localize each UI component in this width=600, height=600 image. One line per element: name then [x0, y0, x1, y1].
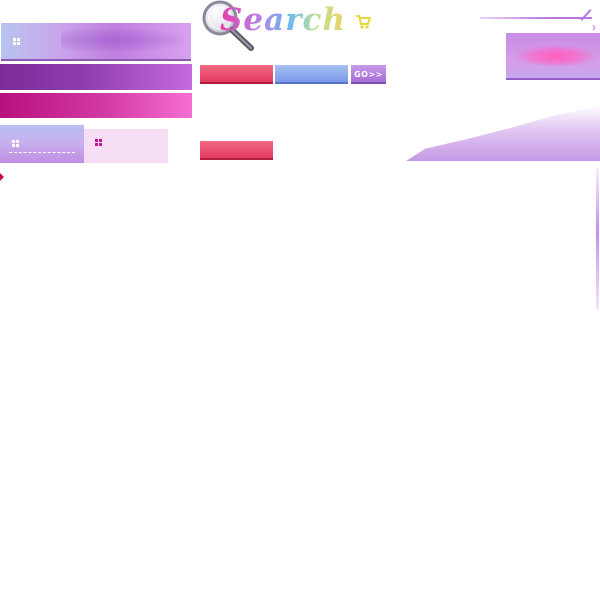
sidebar-header-panel [1, 23, 191, 61]
tab-left[interactable] [0, 125, 84, 163]
brush-decoration [61, 27, 186, 53]
grid-icon [12, 140, 19, 147]
blue-button[interactable] [275, 65, 348, 84]
logo-text: Search [220, 2, 346, 38]
page: Search GO>> › [0, 0, 600, 600]
promo-banner[interactable] [506, 33, 600, 80]
search-logo[interactable]: Search [199, 0, 345, 52]
side-scroll-line [596, 168, 599, 310]
red-button-2[interactable] [200, 141, 273, 160]
arrow-right-icon [0, 173, 4, 181]
splash-decoration [516, 45, 596, 67]
sidebar-bar-magenta[interactable] [0, 93, 192, 118]
tab-right[interactable] [84, 125, 168, 163]
tab-divider [9, 152, 75, 153]
sidebar-bar-purple[interactable] [0, 64, 192, 90]
chevron-right-icon[interactable]: › [592, 21, 596, 33]
grid-icon [95, 139, 102, 146]
go-button[interactable]: GO>> [351, 65, 386, 84]
sidebar-tabs [0, 125, 168, 163]
red-button-1[interactable] [200, 65, 273, 84]
shopping-cart-icon[interactable] [355, 14, 371, 30]
tab-top-line [84, 125, 168, 129]
corner-decoration [580, 9, 592, 21]
grid-icon [13, 38, 20, 45]
header-line [480, 17, 592, 19]
brush-decoration-right [406, 105, 600, 161]
